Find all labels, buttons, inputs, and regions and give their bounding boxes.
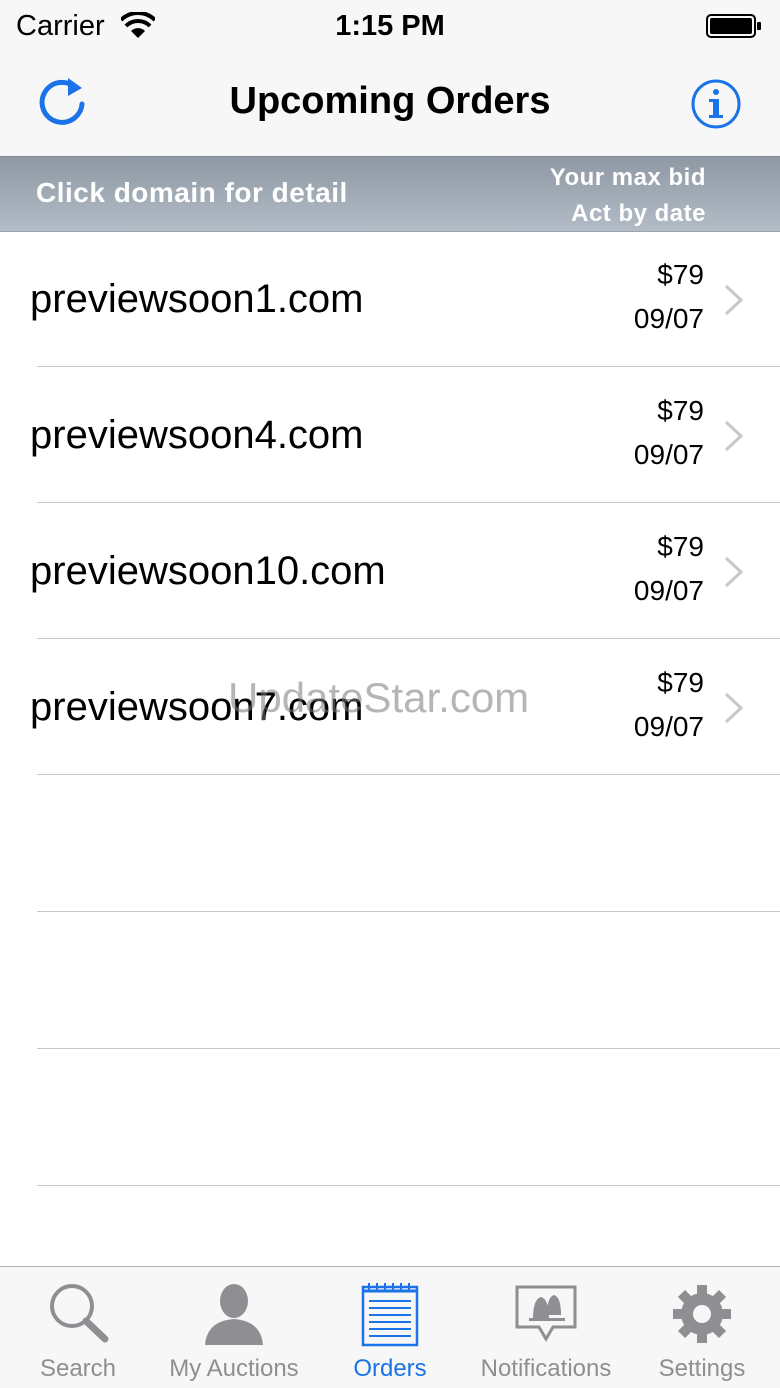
status-bar: Carrier 1:15 PM [0, 0, 780, 56]
empty-row [0, 775, 780, 912]
tab-my-auctions[interactable]: My Auctions [156, 1267, 312, 1388]
battery-icon [706, 14, 761, 38]
order-domain: previewsoon4.com [30, 413, 364, 457]
header-date-column: Act by date [571, 200, 706, 227]
orders-list: previewsoon1.com $79 09/07 previewsoon4.… [0, 231, 780, 1186]
order-row[interactable]: previewsoon1.com $79 09/07 [0, 231, 780, 367]
order-act-by-date: 09/07 [633, 575, 704, 606]
search-icon [50, 1284, 109, 1343]
user-icon [205, 1284, 263, 1345]
empty-row [0, 912, 780, 1049]
order-max-bid: $79 [657, 259, 704, 290]
order-domain: previewsoon10.com [30, 549, 386, 593]
empty-row [0, 1049, 780, 1186]
order-domain: previewsoon7.com [30, 685, 364, 729]
order-act-by-date: 09/07 [633, 303, 704, 334]
order-domain: previewsoon1.com [30, 277, 364, 321]
tab-label: My Auctions [169, 1355, 299, 1382]
order-max-bid: $79 [657, 667, 704, 698]
tab-orders[interactable]: Orders [312, 1267, 468, 1388]
tab-label: Settings [658, 1355, 746, 1382]
navigation-bar: Upcoming Orders [0, 56, 780, 156]
order-row[interactable]: previewsoon10.com $79 09/07 [0, 503, 780, 639]
list-header: Click domain for detail Your max bid Act… [0, 156, 780, 232]
page-title: Upcoming Orders [229, 80, 551, 122]
order-row[interactable]: previewsoon7.com $79 09/07 [0, 639, 780, 775]
chevron-right-icon [724, 692, 744, 724]
gear-icon [673, 1285, 731, 1343]
header-hint: Click domain for detail [36, 177, 348, 208]
tab-search[interactable]: Search [0, 1267, 156, 1388]
notepad-icon [361, 1283, 419, 1347]
tab-label: Notifications [480, 1355, 612, 1382]
chevron-right-icon [724, 284, 744, 316]
status-time: 1:15 PM [335, 10, 445, 42]
order-act-by-date: 09/07 [633, 439, 704, 470]
header-bid-column: Your max bid [549, 164, 706, 191]
tab-label: Search [39, 1355, 117, 1382]
order-max-bid: $79 [657, 395, 704, 426]
chevron-right-icon [724, 420, 744, 452]
order-row[interactable]: previewsoon4.com $79 09/07 [0, 367, 780, 503]
info-icon[interactable] [690, 78, 742, 130]
tab-bar: Search My Auctions Orders Notifications … [0, 1266, 780, 1388]
bell-icon [515, 1285, 577, 1342]
tab-settings[interactable]: Settings [624, 1267, 780, 1388]
tab-label: Orders [353, 1355, 427, 1382]
order-max-bid: $79 [657, 531, 704, 562]
chevron-right-icon [724, 556, 744, 588]
order-act-by-date: 09/07 [633, 711, 704, 742]
tab-notifications[interactable]: Notifications [468, 1267, 624, 1388]
